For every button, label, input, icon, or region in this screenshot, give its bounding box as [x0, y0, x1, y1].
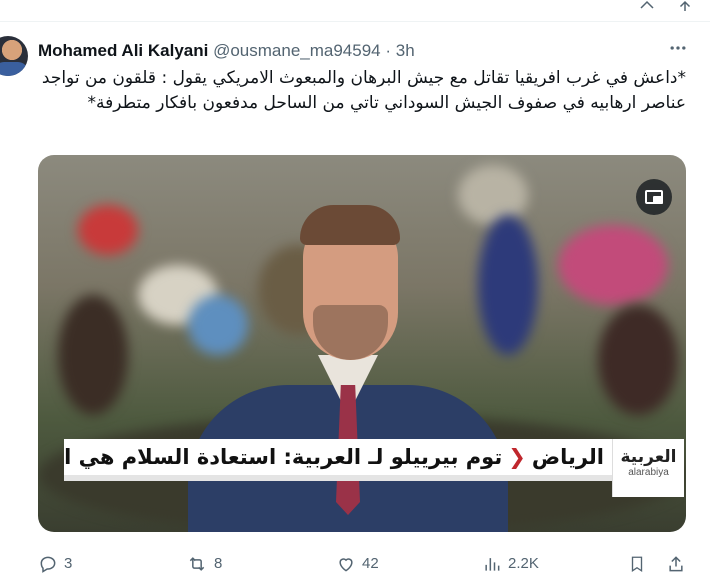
- video-player[interactable]: الرياض❮توم بيرييلو لـ العربية: استعادة ا…: [38, 155, 686, 532]
- separator: ·: [385, 41, 392, 60]
- retweet-button[interactable]: 8: [186, 552, 222, 576]
- reply-icon: [40, 556, 56, 573]
- avatar[interactable]: [0, 36, 28, 76]
- views-button[interactable]: 2.2K: [482, 552, 539, 576]
- analytics-icon: [485, 558, 500, 571]
- tweet[interactable]: Mohamed Ali Kalyani @ousmane_ma94594 · 3…: [0, 22, 710, 588]
- picture-in-picture-icon[interactable]: [636, 179, 672, 215]
- previous-tweet-actions: [0, 0, 710, 22]
- view-count: 2.2K: [508, 555, 539, 573]
- tweet-text: *داعش في غرب افريقيا تقاتل مع جيش البرها…: [41, 68, 686, 113]
- news-location: الرياض: [531, 445, 604, 469]
- timestamp[interactable]: 3h: [396, 41, 415, 60]
- bookmark-icon: [631, 556, 643, 573]
- share-button[interactable]: [666, 552, 686, 576]
- news-lower-third: الرياض❮توم بيرييلو لـ العربية: استعادة ا…: [64, 439, 684, 505]
- author-name[interactable]: Mohamed Ali Kalyani: [38, 41, 208, 60]
- bookmark-button[interactable]: [628, 552, 646, 576]
- logo-arabic-text: العربية: [620, 447, 677, 467]
- chevron-left-icon: ❮: [508, 445, 526, 469]
- lower-third-strip: [64, 475, 612, 481]
- reply-count: 3: [64, 555, 73, 573]
- share-icon: [669, 556, 683, 572]
- news-headline-bar: الرياض❮توم بيرييلو لـ العربية: استعادة ا…: [64, 439, 612, 475]
- more-icon[interactable]: [668, 38, 688, 63]
- channel-logo: العربية alarabiya: [612, 439, 684, 497]
- reply-button[interactable]: 3: [38, 552, 72, 576]
- retweet-count: 8: [214, 555, 223, 573]
- like-button[interactable]: 42: [336, 552, 379, 576]
- tweet-header: Mohamed Ali Kalyani @ousmane_ma94594 · 3…: [38, 40, 690, 62]
- share-icon[interactable]: [638, 0, 656, 20]
- upload-icon[interactable]: [676, 0, 694, 20]
- heart-icon: [339, 558, 353, 572]
- logo-english-text: alarabiya: [628, 467, 669, 478]
- retweet-icon: [189, 557, 205, 571]
- author-handle[interactable]: @ousmane_ma94594: [213, 41, 381, 60]
- news-headline: توم بيرييلو لـ العربية: استعادة السلام ه…: [64, 445, 503, 469]
- like-count: 42: [362, 555, 379, 573]
- tweet-actions: 3 8 42 2.2K: [38, 552, 688, 576]
